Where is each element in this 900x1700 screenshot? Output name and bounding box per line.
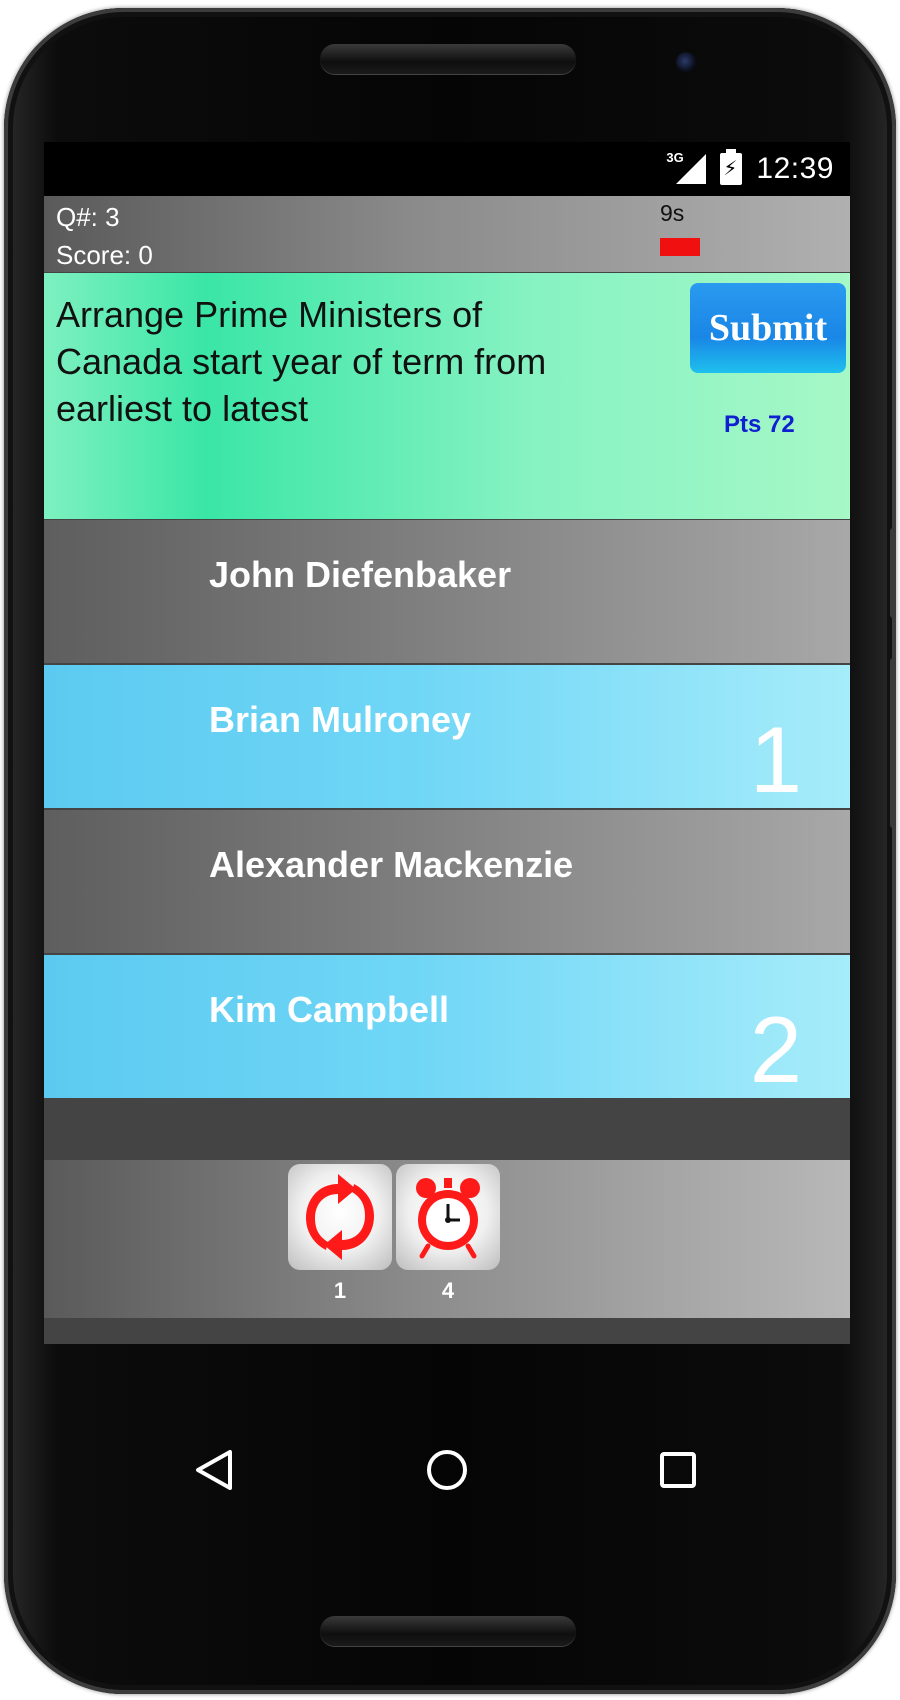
question-number: Q#: 3	[56, 202, 120, 232]
back-triangle-icon	[196, 1450, 232, 1490]
navigation-bar	[44, 1410, 850, 1530]
back-button[interactable]	[154, 1410, 274, 1530]
question-panel: Arrange Prime Ministers of Canada start …	[44, 273, 850, 519]
status-clock: 12:39	[756, 152, 834, 185]
question-text: Arrange Prime Ministers of Canada start …	[56, 294, 547, 429]
answer-rank: 1	[749, 707, 802, 808]
points-label: Pts 72	[724, 411, 795, 438]
home-circle-icon	[427, 1450, 467, 1490]
answer-label: Brian Mulroney	[209, 699, 472, 740]
screen: 3G ⚡ 12:39 Q#: 3 Score: 0 9s Arrange Pri…	[44, 142, 850, 1344]
refresh-count: 1	[333, 1278, 347, 1303]
signal-icon: 3G	[666, 150, 707, 186]
refresh-icon	[306, 1174, 374, 1260]
alarm-clock-icon	[416, 1178, 480, 1259]
front-camera	[676, 52, 696, 72]
status-bar: 3G ⚡ 12:39	[44, 142, 850, 196]
score-label: Score: 0	[56, 240, 153, 270]
answer-list: John Diefenbaker Brian Mulroney 1 Alexan…	[44, 520, 850, 1100]
answer-option-brian-mulroney[interactable]: Brian Mulroney 1	[44, 665, 850, 808]
answer-label: Alexander Mackenzie	[209, 844, 574, 885]
home-button[interactable]	[387, 1410, 507, 1530]
quiz-app: Q#: 3 Score: 0 9s Arrange Prime Minister…	[44, 196, 850, 1344]
answer-rank: 2	[749, 997, 802, 1098]
submit-button[interactable]: Submit	[690, 283, 846, 373]
answer-option-kim-campbell[interactable]: Kim Campbell 2	[44, 955, 850, 1098]
answer-label: Kim Campbell	[209, 989, 450, 1030]
power-button	[890, 658, 896, 828]
time-count: 4	[441, 1278, 455, 1303]
quiz-header: Q#: 3 Score: 0 9s	[44, 196, 850, 272]
recents-button[interactable]	[618, 1410, 738, 1530]
recents-square-icon	[660, 1452, 696, 1488]
volume-button	[890, 528, 896, 618]
refresh-powerup-button[interactable]	[288, 1164, 392, 1270]
answer-label: John Diefenbaker	[209, 554, 512, 595]
timer-label: 9s	[660, 200, 685, 226]
battery-charging-icon: ⚡	[720, 149, 743, 185]
spacer-band	[44, 1100, 850, 1160]
timer-bar	[660, 238, 700, 256]
bottom-speaker	[320, 1616, 576, 1646]
answer-option-alexander-mackenzie[interactable]: Alexander Mackenzie	[44, 810, 850, 953]
bottom-strip	[44, 1318, 850, 1344]
powerup-bar: 1 4	[44, 1160, 850, 1318]
time-powerup-button[interactable]	[396, 1164, 500, 1270]
answer-option-john-diefenbaker[interactable]: John Diefenbaker	[44, 520, 850, 663]
earpiece-speaker	[320, 44, 576, 74]
